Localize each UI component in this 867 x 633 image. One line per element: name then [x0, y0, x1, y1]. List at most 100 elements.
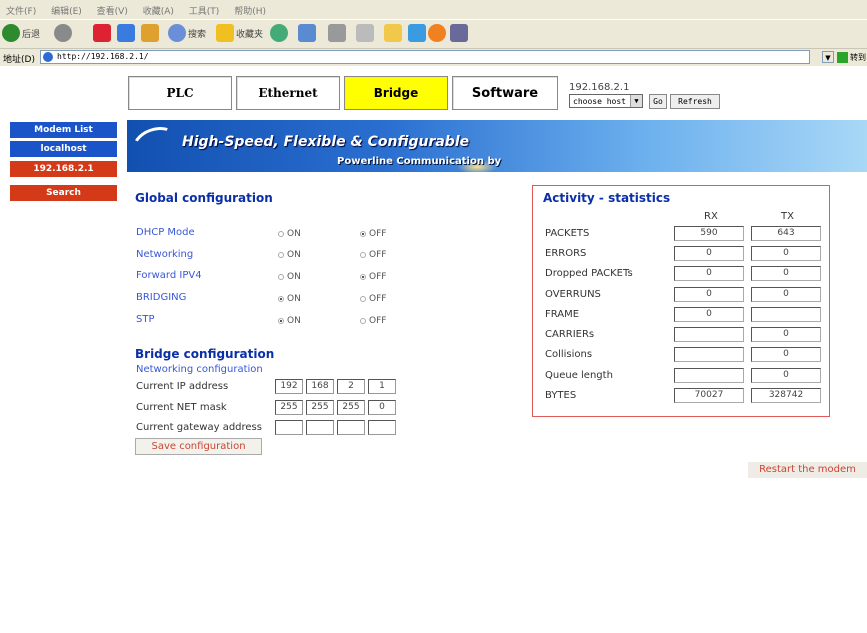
gateway-octet-1[interactable] — [275, 420, 303, 435]
stat-label-errors: ERRORS — [545, 248, 587, 259]
networking-on-radio[interactable]: ON — [278, 250, 301, 260]
messenger-button[interactable] — [408, 23, 426, 43]
networking-config-subtitle: Networking configuration — [136, 364, 263, 375]
stat-frame-rx: 0 — [674, 307, 744, 322]
mask-octet-3[interactable]: 255 — [337, 400, 365, 415]
research-button[interactable] — [450, 23, 468, 43]
address-input[interactable]: http://192.168.2.1/ — [40, 50, 810, 64]
print-button[interactable] — [328, 23, 346, 43]
tab-ethernet[interactable]: Ethernet — [236, 76, 340, 110]
mask-octet-1[interactable]: 255 — [275, 400, 303, 415]
stat-bytes-tx: 328742 — [751, 388, 821, 403]
ip-octet-2[interactable]: 168 — [306, 379, 334, 394]
refresh-button-host[interactable]: Refresh — [670, 94, 720, 109]
current-host-ip: 192.168.2.1 — [569, 82, 630, 93]
stat-errors-rx: 0 — [674, 246, 744, 261]
browser-toolbar: 后退 搜索 收藏夹 — [0, 19, 867, 48]
address-dropdown-button[interactable]: ▼ — [822, 51, 834, 63]
stats-title: Activity - statistics — [543, 191, 671, 205]
menu-file[interactable]: 文件(F) — [0, 0, 42, 17]
stat-overruns-tx: 0 — [751, 287, 821, 302]
mask-octet-2[interactable]: 255 — [306, 400, 334, 415]
radio-icon — [360, 274, 366, 280]
stat-dropped-rx: 0 — [674, 266, 744, 281]
networking-label: Networking — [136, 249, 194, 260]
sidebar-item-modem-list[interactable]: Modem List — [10, 122, 117, 138]
dhcp-off-radio[interactable]: OFF — [360, 229, 386, 239]
stop-button[interactable] — [93, 23, 111, 43]
gateway-octet-2[interactable] — [306, 420, 334, 435]
mail-icon — [298, 24, 316, 42]
home-icon — [141, 24, 159, 42]
forward-button[interactable] — [54, 23, 72, 43]
gateway-octet-3[interactable] — [337, 420, 365, 435]
stp-label: STP — [136, 314, 155, 325]
stop-icon — [93, 24, 111, 42]
menu-view[interactable]: 查看(V) — [91, 0, 134, 17]
refresh-button[interactable] — [117, 23, 135, 43]
menu-help[interactable]: 帮助(H) — [228, 0, 272, 17]
stat-collisions-tx: 0 — [751, 347, 821, 362]
ip-octet-4[interactable]: 1 — [368, 379, 396, 394]
folder-icon — [384, 24, 402, 42]
media-button[interactable] — [428, 23, 446, 43]
tab-bridge[interactable]: Bridge — [344, 76, 448, 110]
gateway-octet-4[interactable] — [368, 420, 396, 435]
ip-octet-3[interactable]: 2 — [337, 379, 365, 394]
sidebar-item-host-ip[interactable]: 192.168.2.1 — [10, 161, 117, 177]
mask-octet-4[interactable]: 0 — [368, 400, 396, 415]
restart-modem-button[interactable]: Restart the modem — [748, 462, 867, 478]
stp-on-radio[interactable]: ON — [278, 316, 301, 326]
menu-edit[interactable]: 编辑(E) — [45, 0, 88, 17]
choose-host-select[interactable]: choose host ▼ — [569, 94, 643, 108]
mail-button[interactable] — [298, 23, 316, 43]
tab-plc[interactable]: PLC — [128, 76, 232, 110]
radio-icon — [360, 296, 366, 302]
edit-button[interactable] — [356, 23, 374, 43]
menu-favorites[interactable]: 收藏(A) — [137, 0, 180, 17]
radio-icon — [360, 252, 366, 258]
page-icon — [43, 52, 53, 62]
address-go-button[interactable]: 转到 — [837, 51, 867, 64]
radio-icon — [278, 296, 284, 302]
back-button[interactable]: 后退 — [2, 23, 40, 43]
forward-ipv4-on-radio[interactable]: ON — [278, 272, 301, 282]
stat-label-packets: PACKETS — [545, 228, 590, 239]
ip-octet-1[interactable]: 192 — [275, 379, 303, 394]
history-button[interactable] — [270, 23, 288, 43]
stat-collisions-rx — [674, 347, 744, 362]
stat-carriers-tx: 0 — [751, 327, 821, 342]
stat-label-carriers: CARRIERs — [545, 329, 595, 340]
stat-queue-rx — [674, 368, 744, 383]
networking-off-radio[interactable]: OFF — [360, 250, 386, 260]
stat-packets-rx: 590 — [674, 226, 744, 241]
stat-carriers-rx — [674, 327, 744, 342]
sidebar-item-search[interactable]: Search — [10, 185, 117, 201]
go-arrow-icon — [837, 52, 848, 63]
chevron-down-icon: ▼ — [630, 95, 642, 107]
dhcp-on-radio[interactable]: ON — [278, 229, 301, 239]
tab-software[interactable]: Software — [452, 76, 558, 110]
folder-button[interactable] — [384, 23, 402, 43]
banner-title: High-Speed, Flexible & Configurable — [182, 134, 470, 150]
radio-icon — [278, 231, 284, 237]
radio-icon — [360, 318, 366, 324]
save-configuration-button[interactable]: Save configuration — [135, 438, 262, 455]
bridging-on-radio[interactable]: ON — [278, 294, 301, 304]
forward-ipv4-off-radio[interactable]: OFF — [360, 272, 386, 282]
favorites-button[interactable]: 收藏夹 — [216, 23, 263, 43]
bridging-off-radio[interactable]: OFF — [360, 294, 386, 304]
ip-address-label: Current IP address — [136, 381, 229, 392]
stp-off-radio[interactable]: OFF — [360, 316, 386, 326]
stat-dropped-tx: 0 — [751, 266, 821, 281]
search-icon — [168, 24, 186, 42]
stat-errors-tx: 0 — [751, 246, 821, 261]
search-button[interactable]: 搜索 — [168, 23, 206, 43]
print-icon — [328, 24, 346, 42]
sidebar-item-localhost[interactable]: localhost — [10, 141, 117, 157]
menu-tools[interactable]: 工具(T) — [183, 0, 226, 17]
go-button[interactable]: Go — [649, 94, 667, 109]
research-icon — [450, 24, 468, 42]
edit-icon — [356, 24, 374, 42]
home-button[interactable] — [141, 23, 159, 43]
